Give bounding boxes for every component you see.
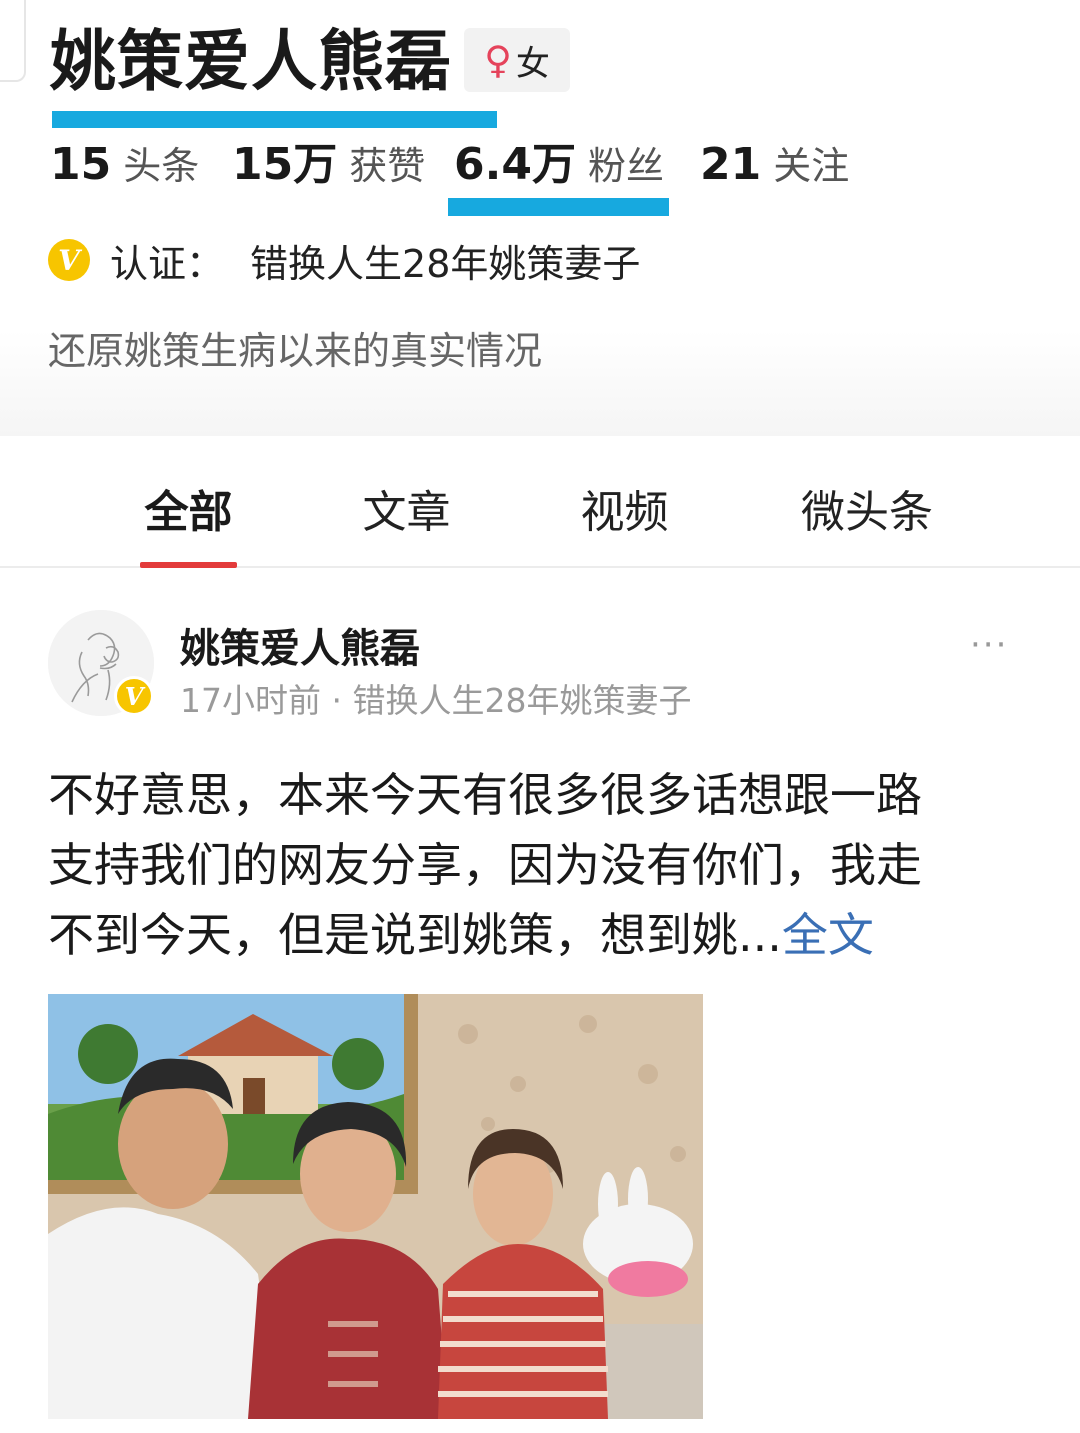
gender-label: 女	[515, 43, 550, 84]
stat-number: 6.4万	[454, 139, 576, 190]
post-meta: 17小时前 · 错换人生28年姚策妻子	[180, 681, 692, 720]
stat-label: 头条	[123, 144, 200, 188]
active-tab-indicator	[140, 562, 237, 568]
post-text-line: 支持我们的网友分享，因为没有你们，我走	[48, 838, 922, 892]
profile-name: 姚策爱人熊磊	[50, 23, 452, 100]
stat-label: 关注	[773, 144, 850, 188]
stat-label: 获赞	[349, 144, 426, 188]
stat-posts[interactable]: 15 头条	[50, 132, 199, 198]
tab-articles[interactable]: 文章	[358, 476, 455, 540]
female-icon: ♀	[484, 38, 512, 82]
post-author[interactable]: 姚策爱人熊磊	[180, 616, 420, 674]
stat-number: 15万	[232, 139, 338, 190]
tab-all[interactable]: 全部	[140, 476, 237, 540]
content-tabs: 全部 文章 视频 微头条	[0, 436, 1080, 568]
verified-icon: V	[48, 239, 90, 281]
gender-badge: ♀ 女	[464, 28, 570, 92]
more-options-icon[interactable]: ···	[970, 625, 1008, 665]
family-photo-illustration	[48, 994, 703, 1419]
profile-bio: 还原姚策生病以来的真实情况	[48, 329, 543, 373]
tab-videos[interactable]: 视频	[576, 476, 673, 540]
avatar-verified-icon: V	[114, 676, 154, 716]
stat-label: 粉丝	[587, 144, 664, 188]
read-more-link[interactable]: 全文	[782, 908, 874, 962]
stat-likes[interactable]: 15万 获赞	[232, 132, 425, 198]
name-highlight-bar	[52, 111, 497, 128]
stat-number: 21	[700, 139, 762, 190]
profile-header: 姚策爱人熊磊 ♀ 女 15 头条 15万 获赞 6.4万 粉丝 21 关注 V …	[0, 0, 1080, 436]
post-text-line: 不好意思，本来今天有很多很多话想跟一路	[48, 768, 922, 822]
post-text[interactable]: 不好意思，本来今天有很多很多话想跟一路 支持我们的网友分享，因为没有你们，我走 …	[48, 760, 1038, 970]
verification-row: V 认证： 错换人生28年姚策妻子	[48, 232, 640, 288]
verify-label: 认证：	[110, 241, 225, 286]
stat-fans[interactable]: 6.4万 粉丝	[454, 132, 664, 198]
post-photo[interactable]	[48, 994, 703, 1419]
post-text-line-last: 不到今天，但是说到姚策，想到姚...全文	[48, 900, 1038, 970]
tab-micro-posts[interactable]: 微头条	[794, 476, 940, 540]
stat-following[interactable]: 21 关注	[700, 132, 849, 198]
profile-page: 姚策爱人熊磊 ♀ 女 15 头条 15万 获赞 6.4万 粉丝 21 关注 V …	[0, 0, 1080, 1433]
fans-highlight-bar	[448, 198, 669, 216]
corner-decoration	[0, 0, 26, 82]
post-text-line: 不到今天，但是说到姚策，想到姚...	[48, 908, 782, 962]
stat-number: 15	[50, 139, 112, 190]
verify-value: 错换人生28年姚策妻子	[250, 241, 641, 286]
